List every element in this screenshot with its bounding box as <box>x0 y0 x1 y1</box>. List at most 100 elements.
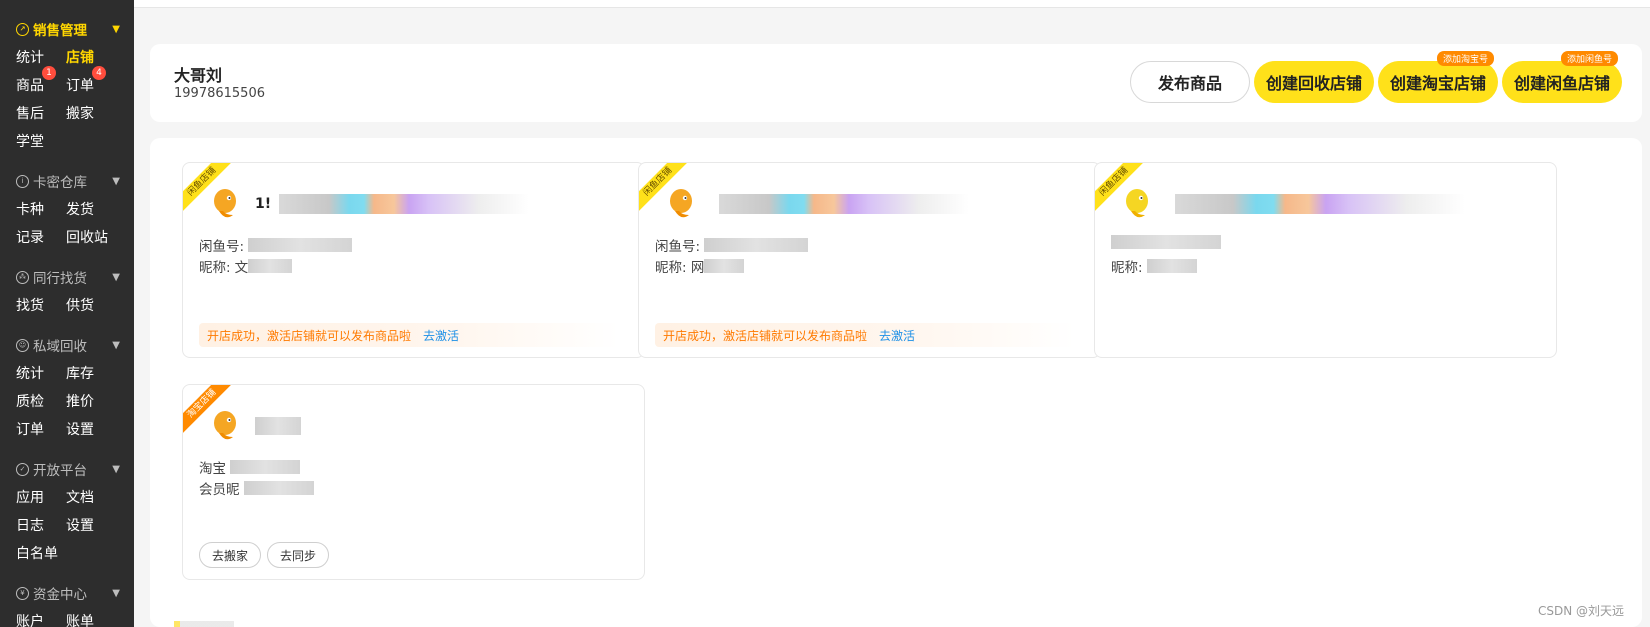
store-card[interactable]: 闲鱼店铺 1! 闲鱼号: 昵称: 文 开店成功，激活店铺就可以发布商品啦 去激活 <box>182 162 645 358</box>
nav-group-funds-header[interactable]: ¥ 资金中心 ▼ <box>16 579 134 607</box>
button-label: 创建淘宝店铺 <box>1389 74 1486 93</box>
taobao-id-label: 淘宝 <box>199 461 226 477</box>
sidebar-item-pricing[interactable]: 推价 <box>66 391 116 411</box>
sidebar-item-aftersale[interactable]: 售后 <box>16 103 66 123</box>
sidebar-item-find-goods[interactable]: 找货 <box>16 295 66 315</box>
nav-group-sales: ↗ 销售管理 ▼ 统计 店铺 商品 1 订单 4 售后 搬家 学堂 <box>0 0 134 155</box>
caret-down-icon: ▼ <box>112 463 120 475</box>
nickname-partial: 文 <box>234 260 249 276</box>
sync-store-button[interactable]: 去同步 <box>267 542 329 568</box>
sidebar-item-move[interactable]: 搬家 <box>66 103 116 123</box>
sidebar-item-bills[interactable]: 账单 <box>66 611 116 627</box>
nav-group-label: 销售管理 <box>33 23 87 39</box>
nav-group-peer-header[interactable]: ⁂ 同行找货 ▼ <box>16 263 134 291</box>
section-title-hint <box>174 621 234 627</box>
create-taobao-store-button[interactable]: 创建淘宝店铺 添加淘宝号 <box>1378 51 1498 103</box>
network-icon: ⁂ <box>16 270 29 284</box>
sidebar-item-recycle-orders[interactable]: 订单 <box>16 419 66 439</box>
info-icon: i <box>16 174 29 188</box>
nickname-line: 昵称: 网 <box>655 256 745 276</box>
nickname-label: 昵称: 网 <box>655 260 705 276</box>
sidebar-item-inventory[interactable]: 库存 <box>66 363 116 383</box>
sidebar-item-docs[interactable]: 文档 <box>66 487 116 507</box>
caret-down-icon: ▼ <box>112 23 120 35</box>
store-card[interactable]: 淘宝店铺 淘宝 会员昵 去搬家 去同步 <box>182 384 645 580</box>
redacted-member-nickname <box>243 481 314 495</box>
fish-logo-icon <box>1126 189 1148 218</box>
move-store-button[interactable]: 去搬家 <box>199 542 261 568</box>
goods-count-badge: 1 <box>42 66 56 80</box>
add-taobao-badge: 添加淘宝号 <box>1436 51 1494 66</box>
top-bar <box>134 0 1650 8</box>
sidebar-item-academy[interactable]: 学堂 <box>16 131 66 151</box>
caret-down-icon: ▼ <box>112 271 120 283</box>
caret-down-icon: ▼ <box>112 175 120 187</box>
sidebar-item-recycle-settings[interactable]: 设置 <box>66 419 116 439</box>
nickname-label: 昵称: <box>1111 260 1143 276</box>
sidebar-item-card-types[interactable]: 卡种 <box>16 199 66 219</box>
sidebar-item-stats[interactable]: 统计 <box>16 47 66 67</box>
sidebar-item-label: 商品 <box>16 78 44 94</box>
redacted-store-name <box>1175 194 1465 214</box>
nav-group-recycle-header[interactable]: ☺ 私域回收 ▼ <box>16 331 134 359</box>
caret-down-icon: ▼ <box>112 339 120 351</box>
sidebar-item-records[interactable]: 记录 <box>16 227 66 247</box>
sidebar-item-ship[interactable]: 发货 <box>66 199 116 219</box>
sidebar-item-logs[interactable]: 日志 <box>16 515 66 535</box>
sidebar-item-goods[interactable]: 商品 1 <box>16 66 66 95</box>
activate-link[interactable]: 去激活 <box>423 327 459 344</box>
nav-group-label: 同行找货 <box>33 271 87 287</box>
redacted-xianyu-id <box>248 238 353 252</box>
sidebar-item-open-settings[interactable]: 设置 <box>66 515 116 535</box>
sidebar-item-apps[interactable]: 应用 <box>16 487 66 507</box>
activation-notice: 开店成功，激活店铺就可以发布商品啦 去激活 <box>199 323 619 347</box>
nav-group-card-warehouse: i 卡密仓库 ▼ 卡种 发货 记录 回收站 <box>0 167 134 251</box>
activation-notice: 开店成功，激活店铺就可以发布商品啦 去激活 <box>655 323 1075 347</box>
store-title-text: 1! <box>255 196 272 212</box>
sidebar-item-qc[interactable]: 质检 <box>16 391 66 411</box>
redacted-xianyu-id <box>704 238 809 252</box>
nav-group-open-platform: ✓ 开放平台 ▼ 应用 文档 日志 设置 白名单 <box>0 455 134 567</box>
create-recycle-store-button[interactable]: 创建回收店铺 <box>1254 61 1374 103</box>
sidebar-item-account[interactable]: 账户 <box>16 611 66 627</box>
sales-icon: ↗ <box>16 22 29 36</box>
store-list-panel: 闲鱼店铺 1! 闲鱼号: 昵称: 文 开店成功，激活店铺就可以发布商品啦 去激活… <box>150 138 1642 627</box>
fish-logo-icon <box>214 411 236 440</box>
fish-logo-icon <box>670 189 692 218</box>
orders-count-badge: 4 <box>92 66 106 80</box>
sidebar-item-stores[interactable]: 店铺 <box>66 47 116 67</box>
platform-icon: ✓ <box>16 462 29 476</box>
nav-group-sales-header[interactable]: ↗ 销售管理 ▼ <box>16 15 134 43</box>
create-xianyu-store-button[interactable]: 创建闲鱼店铺 添加闲鱼号 <box>1502 51 1622 103</box>
nav-group-private-recycle: ☺ 私域回收 ▼ 统计 库存 质检 推价 订单 设置 <box>0 331 134 443</box>
store-card[interactable]: 闲鱼店铺 昵称: <box>1094 162 1557 358</box>
xianyu-id-label: 闲鱼号: <box>199 239 245 255</box>
nickname-line: 昵称: 文 <box>199 256 293 276</box>
publish-goods-button[interactable]: 发布商品 <box>1130 61 1250 103</box>
sidebar: ↗ 销售管理 ▼ 统计 店铺 商品 1 订单 4 售后 搬家 学堂 i 卡密仓库… <box>0 0 134 627</box>
store-card[interactable]: 闲鱼店铺 闲鱼号: 昵称: 网 开店成功，激活店铺就可以发布商品啦 去激活 <box>638 162 1101 358</box>
taobao-id-line: 淘宝 <box>199 457 300 477</box>
sidebar-item-orders[interactable]: 订单 4 <box>66 66 116 95</box>
redacted-nickname <box>704 259 745 273</box>
nav-group-card-header[interactable]: i 卡密仓库 ▼ <box>16 167 134 195</box>
nav-group-label: 开放平台 <box>33 463 87 479</box>
store-title <box>711 193 969 215</box>
button-label: 创建闲鱼店铺 <box>1513 74 1610 93</box>
info-line <box>1111 235 1221 249</box>
sidebar-item-recycle-stats[interactable]: 统计 <box>16 363 66 383</box>
sidebar-item-supply[interactable]: 供货 <box>66 295 116 315</box>
nav-group-open-header[interactable]: ✓ 开放平台 ▼ <box>16 455 134 483</box>
activate-link[interactable]: 去激活 <box>879 327 915 344</box>
redacted-nickname <box>248 259 293 273</box>
sidebar-item-label: 订单 <box>66 78 94 94</box>
sidebar-item-whitelist[interactable]: 白名单 <box>16 543 66 563</box>
user-header-card: 大哥刘 19978615506 发布商品 创建回收店铺 创建淘宝店铺 添加淘宝号… <box>150 44 1642 122</box>
sidebar-item-recycle-bin[interactable]: 回收站 <box>66 227 116 247</box>
store-title <box>1167 193 1465 215</box>
nav-group-peer: ⁂ 同行找货 ▼ 找货 供货 <box>0 263 134 319</box>
nav-group-label: 资金中心 <box>33 587 87 603</box>
xianyu-id-line: 闲鱼号: <box>199 235 353 255</box>
nav-group-label: 卡密仓库 <box>33 175 87 191</box>
user-phone: 19978615506 <box>174 86 265 101</box>
